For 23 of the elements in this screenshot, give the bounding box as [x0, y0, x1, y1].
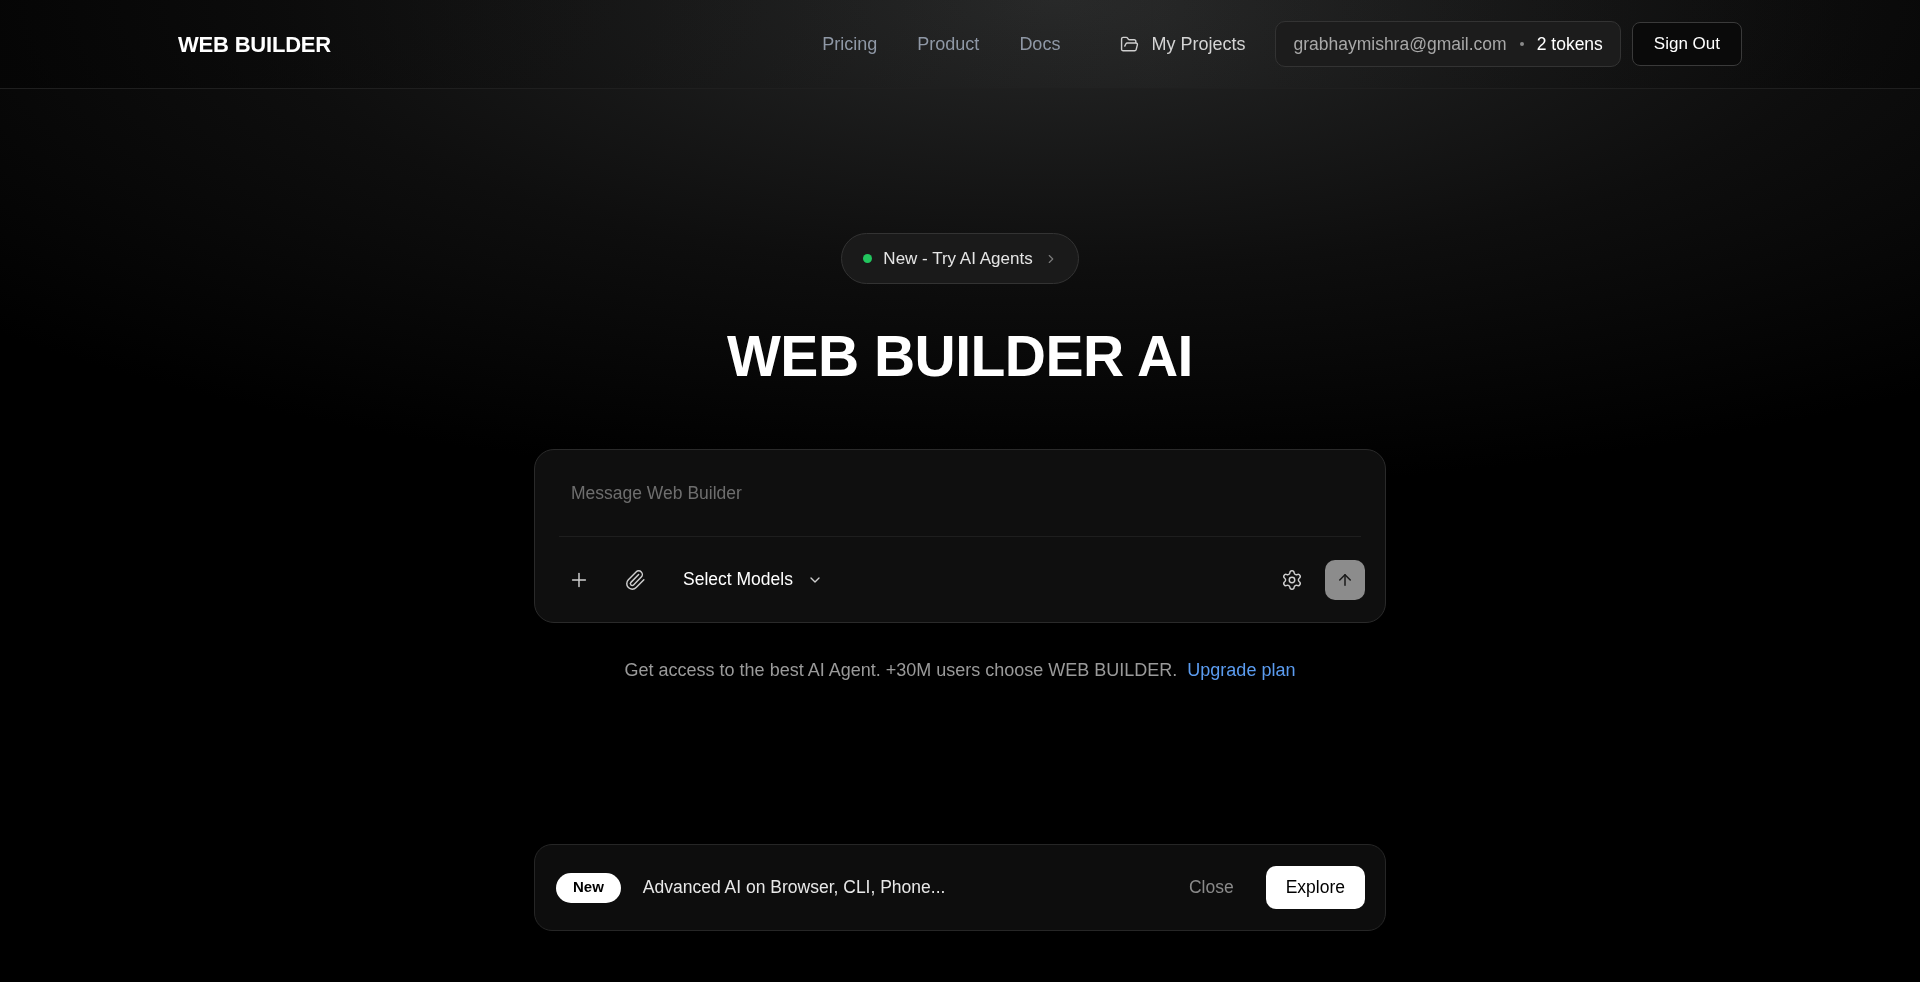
explore-button[interactable]: Explore — [1265, 866, 1365, 909]
nav-link[interactable]: Docs — [1019, 30, 1061, 58]
hero-title: WEB BUILDER AI — [727, 328, 1193, 385]
message-input[interactable]: Message Web Builder — [559, 450, 1361, 536]
model-select[interactable]: Select Models — [675, 561, 831, 598]
nav-link[interactable]: Pricing — [822, 30, 878, 58]
account-email: grabhaymishra@gmail.com — [1293, 32, 1507, 56]
promo-text: Get access to the best AI Agent. +30M users choose WEB BUILDER. — [624, 659, 1178, 682]
logo-text: WEB BUILDER — [178, 30, 331, 59]
settings-icon — [1281, 568, 1303, 591]
send-button[interactable] — [1325, 559, 1365, 600]
folder-icon — [1120, 34, 1140, 54]
new-badge: New — [556, 872, 621, 903]
token-count: 2 tokens — [1536, 32, 1603, 56]
banner-text: Advanced AI on Browser, CLI, Phone... — [642, 876, 946, 900]
sign-out-button[interactable]: Sign Out — [1631, 22, 1742, 66]
announcement-badge[interactable]: New - Try AI Agents — [841, 233, 1079, 284]
close-button[interactable]: Close — [1180, 869, 1242, 906]
upgrade-plan-link[interactable]: Upgrade plan — [1187, 657, 1296, 684]
my-projects-link[interactable]: My Projects — [1120, 30, 1246, 58]
message-composer[interactable]: Message Web Builder Select Models — [534, 449, 1386, 623]
nav-link[interactable]: Product — [917, 30, 980, 58]
paperclip-icon — [624, 568, 646, 591]
